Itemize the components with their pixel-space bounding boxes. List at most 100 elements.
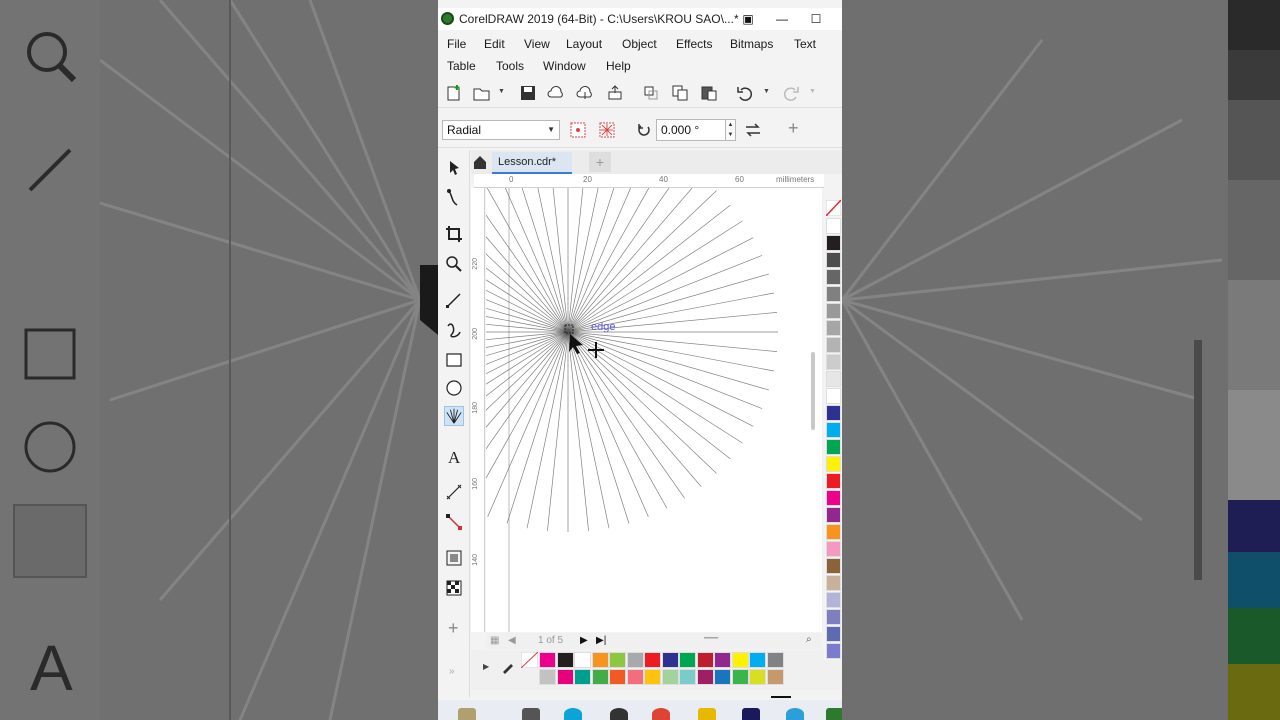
taskbar-app-icon[interactable] bbox=[522, 708, 540, 720]
save-icon[interactable] bbox=[519, 84, 537, 102]
palette-swatch[interactable] bbox=[826, 354, 841, 370]
color-swatch[interactable] bbox=[714, 652, 731, 668]
palette-swatch[interactable] bbox=[826, 490, 841, 506]
new-tab-plus-icon[interactable]: + bbox=[589, 152, 611, 172]
color-swatch[interactable] bbox=[644, 652, 661, 668]
color-swatch[interactable] bbox=[679, 669, 696, 685]
taskbar-edge-icon[interactable] bbox=[564, 708, 582, 720]
radial-lines-drawing[interactable] bbox=[486, 188, 822, 632]
palette-swatch[interactable] bbox=[826, 320, 841, 336]
palette-swatch[interactable] bbox=[826, 558, 841, 574]
freehand-tool-icon[interactable] bbox=[444, 290, 464, 310]
zoom-tool-icon[interactable] bbox=[444, 254, 464, 274]
color-swatch[interactable] bbox=[609, 669, 626, 685]
parallel-dimension-icon[interactable] bbox=[444, 482, 464, 502]
palette-swatch[interactable] bbox=[826, 473, 841, 489]
palette-swatch[interactable] bbox=[826, 643, 841, 659]
open-dropdown-icon[interactable]: ▼ bbox=[498, 88, 505, 95]
menu-effects[interactable]: Effects bbox=[676, 37, 712, 51]
color-swatch[interactable] bbox=[574, 669, 591, 685]
next-page-icon[interactable]: ▶ bbox=[580, 635, 588, 646]
palette-swatch[interactable] bbox=[826, 609, 841, 625]
color-swatch[interactable] bbox=[766, 652, 784, 668]
angle-input[interactable]: 0.000 ° bbox=[656, 119, 726, 141]
palette-swatch[interactable] bbox=[826, 252, 841, 268]
ellipse-tool-icon[interactable] bbox=[444, 378, 464, 398]
no-fill-swatch[interactable] bbox=[826, 200, 841, 216]
color-swatch[interactable] bbox=[539, 669, 556, 685]
artistic-media-icon[interactable] bbox=[444, 320, 464, 340]
color-swatch[interactable] bbox=[626, 652, 644, 668]
palette-swatch[interactable] bbox=[826, 507, 841, 523]
print-icon[interactable] bbox=[606, 84, 624, 102]
color-swatch[interactable] bbox=[714, 669, 731, 685]
color-swatch[interactable] bbox=[749, 669, 766, 685]
taskbar-app-icon[interactable] bbox=[610, 708, 628, 720]
color-swatch[interactable] bbox=[556, 652, 574, 668]
color-swatch[interactable] bbox=[731, 652, 749, 668]
color-swatch[interactable] bbox=[626, 669, 644, 685]
palette-swatch[interactable] bbox=[826, 524, 841, 540]
first-page-icon[interactable]: ▦ bbox=[490, 635, 499, 646]
color-swatch[interactable] bbox=[609, 652, 626, 668]
palette-swatch[interactable] bbox=[826, 575, 841, 591]
redo-dropdown-icon[interactable]: ▼ bbox=[809, 88, 816, 95]
palette-swatch[interactable] bbox=[826, 303, 841, 319]
palette-swatch[interactable] bbox=[826, 235, 841, 251]
scroll-handle-icon[interactable]: ── bbox=[704, 633, 718, 644]
open-folder-icon[interactable] bbox=[473, 84, 491, 102]
paste-icon[interactable] bbox=[700, 84, 718, 102]
color-swatch[interactable] bbox=[539, 652, 556, 668]
profile-icon[interactable]: ▣ bbox=[734, 8, 762, 30]
taskbar-app-icon[interactable] bbox=[458, 708, 476, 720]
palette-swatch[interactable] bbox=[826, 456, 841, 472]
palette-swatch[interactable] bbox=[826, 337, 841, 353]
edge-pad-icon[interactable] bbox=[570, 122, 586, 138]
palette-arrow-icon[interactable]: ▶ bbox=[483, 662, 489, 671]
angle-spinner[interactable]: ▲ ▼ bbox=[726, 119, 736, 141]
color-swatch[interactable] bbox=[766, 669, 784, 685]
polygon-tool-icon[interactable] bbox=[444, 406, 464, 426]
palette-swatch[interactable] bbox=[826, 371, 841, 387]
prev-page-icon[interactable]: ◀ bbox=[508, 635, 516, 646]
palette-swatch[interactable] bbox=[826, 218, 841, 234]
color-swatch[interactable] bbox=[749, 652, 766, 668]
menu-text[interactable]: Text bbox=[794, 37, 816, 51]
color-swatch[interactable] bbox=[591, 652, 609, 668]
color-swatch[interactable] bbox=[679, 652, 696, 668]
zoom-icon[interactable]: ⌕ bbox=[806, 634, 812, 645]
menu-layout[interactable]: Layout bbox=[566, 37, 602, 51]
eyedropper-icon[interactable] bbox=[501, 660, 515, 674]
drawing-canvas[interactable]: edge bbox=[486, 188, 822, 632]
color-swatch[interactable] bbox=[731, 669, 749, 685]
menu-window[interactable]: Window bbox=[543, 59, 586, 73]
palette-swatch[interactable] bbox=[826, 286, 841, 302]
menu-view[interactable]: View bbox=[524, 37, 550, 51]
add-tool-plus-icon[interactable]: + bbox=[448, 618, 459, 639]
copy-icon[interactable] bbox=[671, 84, 689, 102]
color-swatch[interactable] bbox=[661, 669, 679, 685]
text-tool-icon[interactable]: A bbox=[444, 446, 464, 466]
menu-object[interactable]: Object bbox=[622, 37, 657, 51]
drop-shadow-icon[interactable] bbox=[444, 548, 464, 568]
transparency-tool-icon[interactable] bbox=[444, 578, 464, 598]
menu-table[interactable]: Table bbox=[447, 59, 476, 73]
menu-tools[interactable]: Tools bbox=[496, 59, 524, 73]
undo-dropdown-icon[interactable]: ▼ bbox=[763, 88, 770, 95]
menu-file[interactable]: File bbox=[447, 37, 466, 51]
new-document-icon[interactable] bbox=[445, 84, 463, 102]
symmetry-icon[interactable] bbox=[599, 122, 615, 138]
color-swatch[interactable] bbox=[661, 652, 679, 668]
menu-edit[interactable]: Edit bbox=[484, 37, 505, 51]
palette-swatch[interactable] bbox=[826, 405, 841, 421]
menu-help[interactable]: Help bbox=[606, 59, 631, 73]
color-swatch[interactable] bbox=[696, 652, 714, 668]
transparency-type-select[interactable]: Radial ▼ bbox=[442, 120, 560, 140]
palette-swatch[interactable] bbox=[826, 388, 841, 404]
taskbar-coreldraw-icon[interactable] bbox=[826, 708, 842, 720]
maximize-button[interactable]: ☐ bbox=[802, 8, 830, 30]
palette-swatch[interactable] bbox=[826, 269, 841, 285]
taskbar-premiere-icon[interactable] bbox=[742, 708, 760, 720]
home-icon[interactable] bbox=[472, 154, 488, 170]
cloud-export-icon[interactable] bbox=[576, 84, 594, 102]
